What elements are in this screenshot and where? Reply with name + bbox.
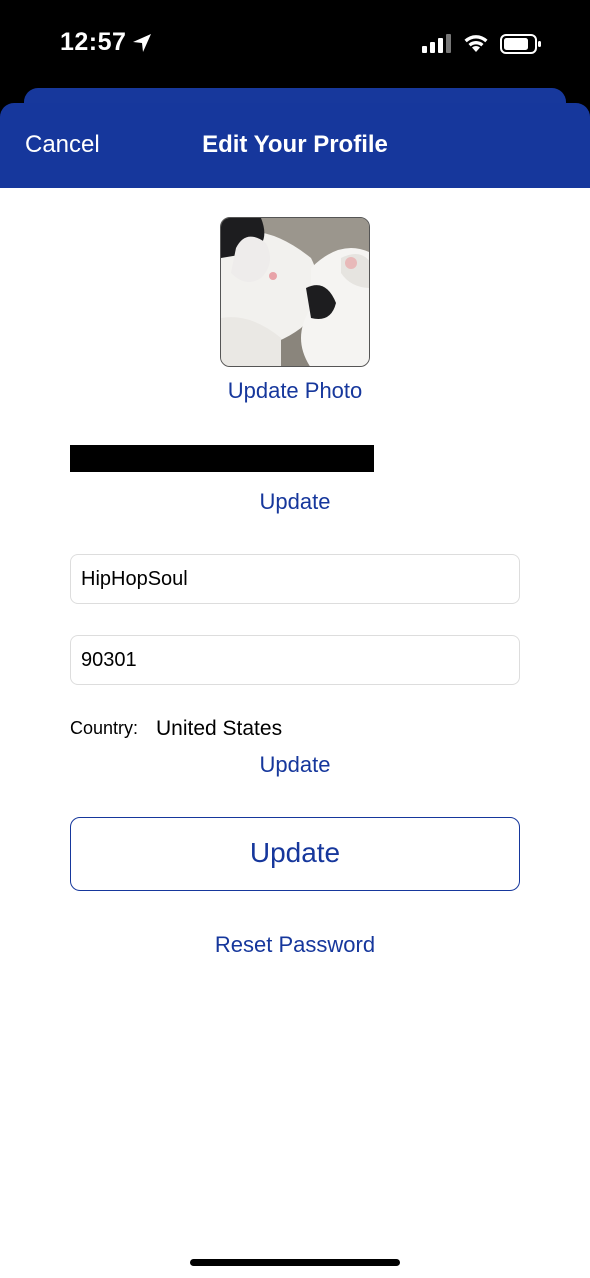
cellular-signal-icon: [422, 34, 451, 53]
update-country-link[interactable]: Update: [0, 752, 590, 778]
page-title: Edit Your Profile: [202, 131, 388, 158]
country-value: United States: [156, 717, 283, 740]
update-button[interactable]: Update: [70, 817, 520, 891]
reset-password-link[interactable]: Reset Password: [0, 932, 590, 958]
wifi-icon: [464, 35, 488, 52]
cat-photo-icon: [221, 218, 369, 366]
country-label: Country:: [70, 718, 139, 738]
avatar[interactable]: [220, 217, 370, 367]
redacted-name: [70, 445, 374, 472]
home-indicator[interactable]: [190, 1259, 400, 1266]
nav-bar: Cancel Edit Your Profile: [0, 103, 590, 188]
battery-icon: [500, 34, 541, 54]
status-time: 12:57: [60, 28, 127, 56]
zip-code-field[interactable]: 90301: [70, 635, 520, 685]
update-name-link[interactable]: Update: [0, 489, 590, 515]
status-bar: 12:57: [0, 0, 590, 90]
location-arrow-icon: [133, 34, 151, 52]
username-field[interactable]: HipHopSoul: [70, 554, 520, 604]
profile-form: Update Photo Update HipHopSoul 90301 Cou…: [0, 188, 590, 1278]
update-photo-link[interactable]: Update Photo: [0, 378, 590, 404]
